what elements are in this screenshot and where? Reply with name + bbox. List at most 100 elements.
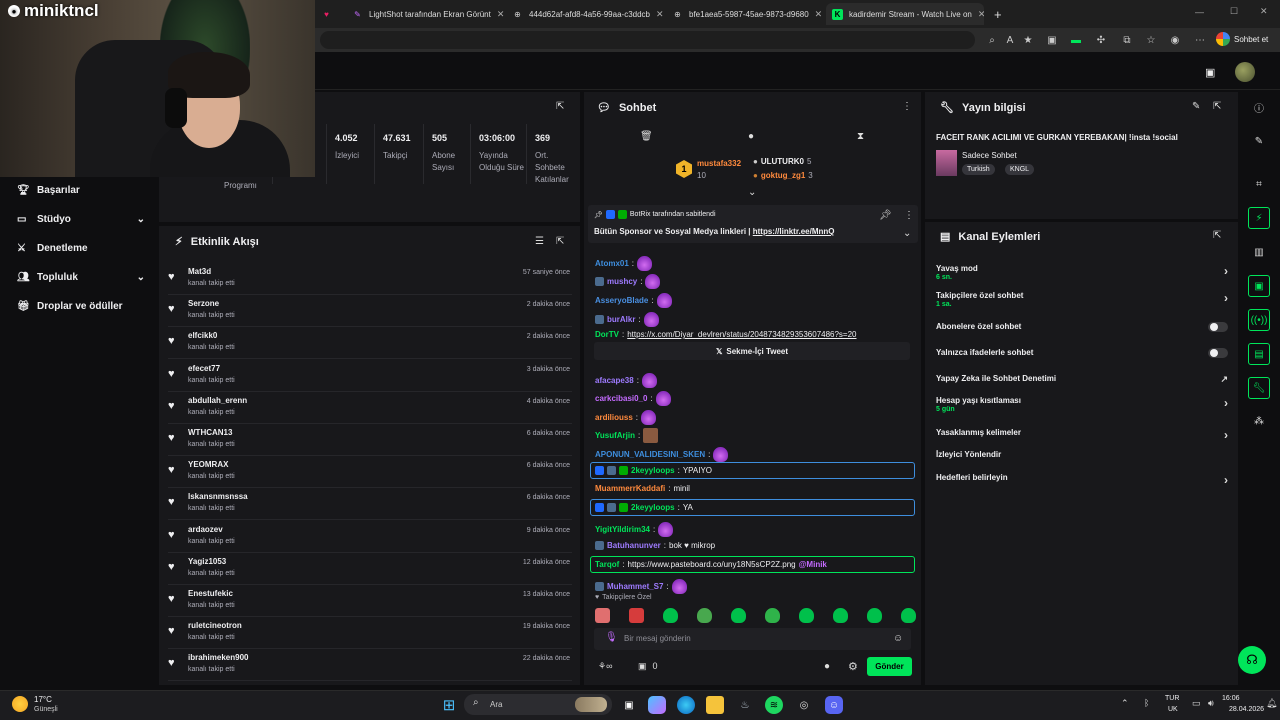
activity-username[interactable]: ruletcineotron — [188, 621, 242, 630]
nav-item-achievements[interactable]: 🏆︎ Başarılar — [17, 185, 145, 196]
address-field[interactable] — [320, 31, 975, 49]
nav-item-drops[interactable]: 🎁︎ Droplar ve ödüller — [17, 301, 145, 312]
chevron-down-icon[interactable]: ⌄ — [748, 187, 756, 198]
favorites-icon[interactable]: ☆ — [1144, 33, 1158, 47]
emote-icon[interactable] — [595, 608, 610, 623]
task-view-icon[interactable]: ▣ — [620, 696, 638, 714]
emoji-icon[interactable]: ☺ — [893, 633, 903, 644]
split-icon[interactable]: ⧉ — [1120, 33, 1134, 47]
browser-tab-3[interactable]: ⊕ bfe1aea5-5987-45ae-9873-d9680 ✕ — [666, 3, 824, 25]
chat-username[interactable]: carkcibasi0_0 — [595, 394, 648, 403]
discord-icon[interactable]: ☺ — [825, 696, 843, 714]
channel-action-item[interactable]: Yalnızca ifadelerle sohbet — [936, 348, 1228, 358]
more-icon[interactable]: ⋮ — [902, 101, 912, 112]
activity-username[interactable]: WTHCAN13 — [188, 428, 232, 437]
toggle-switch[interactable] — [1208, 322, 1228, 332]
chat-mention[interactable]: @Minik — [799, 560, 827, 569]
weather-temp[interactable]: 17°C — [34, 695, 52, 704]
popout-icon[interactable]: ⇱ — [1213, 101, 1221, 112]
broadcast-icon[interactable]: ((•)) — [1248, 309, 1270, 331]
chat-username[interactable]: 2keyyloops — [631, 466, 675, 475]
obs-icon[interactable]: ◎ — [795, 696, 813, 714]
chat-username[interactable]: APONUN_VALIDESINI_SKEN — [595, 450, 705, 459]
activity-username[interactable]: elfcikk0 — [188, 331, 217, 340]
popout-icon[interactable]: ⇱ — [1213, 230, 1221, 241]
emote-icon[interactable] — [629, 608, 644, 623]
copilot-chat-button[interactable]: Sohbet et — [1216, 32, 1268, 46]
channel-action-item[interactable]: Abonelere özel sohbet — [936, 322, 1228, 332]
emote-icon[interactable] — [663, 608, 678, 623]
more-icon[interactable]: ⋮ — [904, 210, 914, 221]
emote-icon[interactable] — [731, 608, 746, 623]
avatar[interactable] — [1235, 62, 1255, 82]
tweet-embed-button[interactable]: 𝕏 Sekme-İçi Tweet — [594, 342, 910, 360]
chat-username[interactable]: AsseryoBlade — [595, 296, 648, 305]
close-icon[interactable]: ✕ — [338, 9, 341, 20]
profile-icon[interactable]: ◉ — [1168, 33, 1182, 47]
activity-username[interactable]: Mat3d — [188, 267, 211, 276]
close-icon[interactable]: ✕ — [809, 9, 823, 20]
layout-icon[interactable]: ▤ — [1248, 343, 1270, 365]
points-display[interactable]: ▣ 0 — [638, 661, 658, 672]
channel-action-item[interactable]: Yapay Zeka ile Sohbet Denetimi ↗ — [936, 374, 1228, 384]
trash-icon[interactable]: 🗑︎ — [640, 131, 653, 142]
activity-username[interactable]: ibrahimeken900 — [188, 653, 248, 662]
pin-icon[interactable]: 📌︎ — [879, 210, 892, 221]
chat-username[interactable]: DorTV — [595, 330, 619, 339]
file-explorer-icon[interactable] — [706, 696, 724, 714]
extension-icon[interactable]: ▣ — [1045, 33, 1059, 47]
emote-icon[interactable] — [697, 608, 712, 623]
channel-action-item[interactable]: Hesap yaşı kısıtlaması 5 gün › — [936, 396, 1228, 413]
browser-tab-pinned[interactable]: ♥✕ — [315, 3, 341, 25]
maximize-icon[interactable]: ☐ — [1230, 6, 1238, 17]
minimize-icon[interactable]: — — [1195, 7, 1204, 17]
channel-action-item[interactable]: Yasaklanmış kelimeler › — [936, 428, 1228, 442]
hourglass-icon[interactable]: ⧗ — [857, 131, 864, 142]
emote-icon[interactable] — [799, 608, 814, 623]
crop-icon[interactable]: ⌗ — [1248, 173, 1270, 195]
activity-username[interactable]: Enestufekic — [188, 589, 233, 598]
tag-turkish[interactable]: Turkish — [962, 164, 995, 175]
chat-username[interactable]: YusufArjin — [595, 431, 635, 440]
chevron-up-icon[interactable]: ⌃ — [1121, 698, 1129, 709]
bluetooth-icon[interactable]: ᛒ — [1144, 698, 1149, 708]
chat-username[interactable]: Muhammet_S7 — [607, 582, 663, 591]
channel-action-item[interactable]: İzleyici Yönlendir — [936, 450, 1228, 459]
popout-icon[interactable]: ⇱ — [556, 236, 564, 247]
clipboard-icon[interactable]: ▥ — [1248, 241, 1270, 263]
emote-icon[interactable] — [765, 608, 780, 623]
activity-username[interactable]: abdullah_erenn — [188, 396, 247, 405]
activity-username[interactable]: efecet77 — [188, 364, 220, 373]
channel-action-item[interactable]: Yavaş mod 6 sn. › — [936, 264, 1228, 281]
chat-username[interactable]: YigitYildirim34 — [595, 525, 650, 534]
spotify-icon[interactable]: ≋ — [765, 696, 783, 714]
edge-icon[interactable] — [677, 696, 695, 714]
send-button[interactable]: Gönder — [867, 657, 912, 676]
chat-username[interactable]: Batuhanunver — [607, 541, 661, 550]
chat-username[interactable]: Tarqof — [595, 560, 619, 569]
emote-icon[interactable] — [833, 608, 848, 623]
filter-icon[interactable]: ☰ — [535, 236, 544, 247]
category-name[interactable]: Sadece Sohbet — [962, 151, 1017, 160]
info-icon[interactable]: ⓘ — [1248, 96, 1270, 118]
nav-item-studio[interactable]: ▭ Stüdyo ⌄ — [17, 214, 145, 225]
chat-icon[interactable]: ● — [748, 131, 754, 142]
edit-icon[interactable]: ✎ — [1192, 101, 1200, 112]
activity-username[interactable]: YEOMRAX — [188, 460, 228, 469]
zoom-icon[interactable]: ⌕ — [985, 33, 999, 47]
emote-icon[interactable] — [901, 608, 916, 623]
chat-text[interactable]: https://x.com/Diyar_devlren/status/20487… — [627, 330, 856, 339]
channel-action-item[interactable]: Hedefleri belirleyin › — [936, 473, 1228, 487]
new-tab-button[interactable]: + — [988, 3, 1008, 25]
clock-time[interactable]: 16:06 — [1222, 695, 1240, 702]
close-icon[interactable]: ✕ — [491, 9, 504, 20]
chat-username[interactable]: mushcy — [607, 277, 637, 286]
pencil-icon[interactable]: ✎ — [1248, 130, 1270, 152]
activity-username[interactable]: Yagiz1053 — [188, 557, 226, 566]
notification-icon[interactable]: 🔔︎ — [1266, 698, 1277, 709]
chat-username[interactable]: burAlkr — [607, 315, 635, 324]
chat-bubble-icon[interactable]: ● — [824, 661, 830, 672]
settings-icon[interactable]: ⚙ — [848, 660, 858, 673]
tag-kngl[interactable]: KNGL — [1005, 164, 1035, 175]
nav-item-community[interactable]: 👥︎ Topluluk ⌄ — [17, 272, 145, 283]
